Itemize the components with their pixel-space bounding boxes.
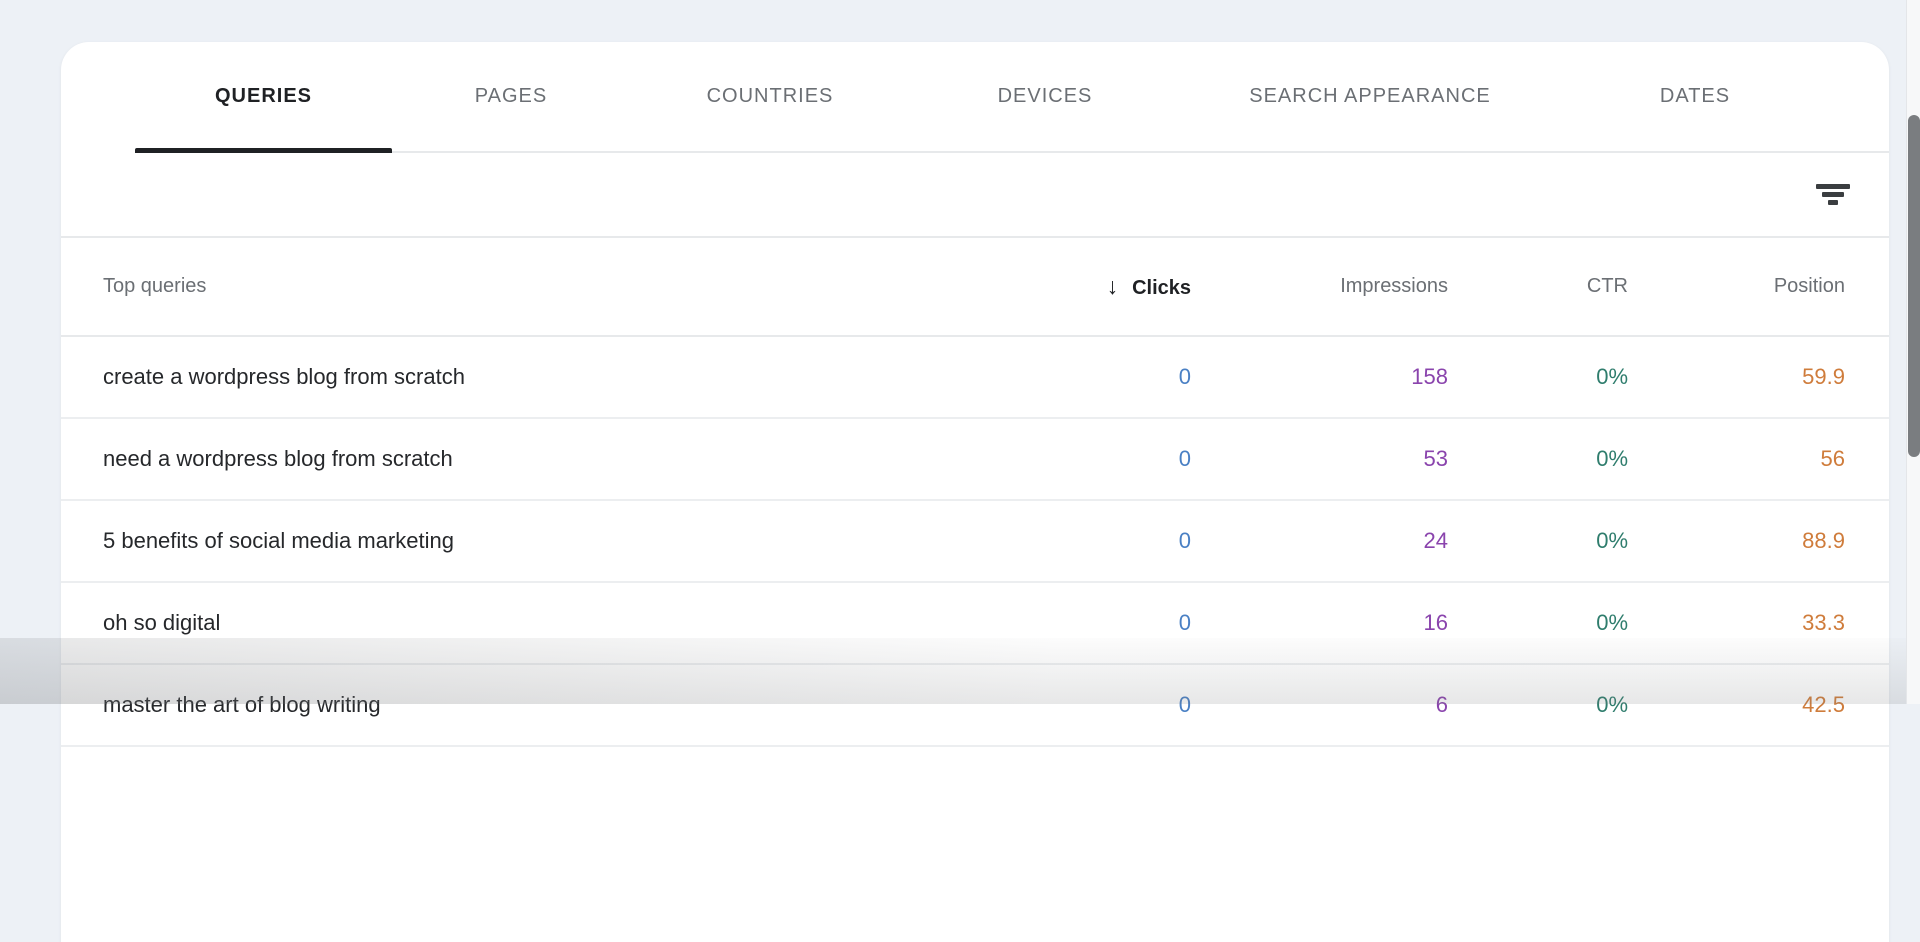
- position-cell: 88.9: [1628, 528, 1845, 554]
- table-header-row: Top queries ↓ Clicks Impressions CTR Posi…: [61, 238, 1889, 337]
- position-cell: 33.3: [1628, 610, 1845, 636]
- table-toolbar: [61, 153, 1889, 238]
- impressions-cell: 53: [1191, 446, 1448, 472]
- column-header-top-queries[interactable]: Top queries: [103, 275, 951, 298]
- query-cell: 5 benefits of social media marketing: [103, 528, 951, 554]
- table-row[interactable]: create a wordpress blog from scratch 0 1…: [61, 337, 1889, 419]
- query-cell: need a wordpress blog from scratch: [103, 446, 951, 472]
- tab-label: COUNTRIES: [707, 85, 834, 108]
- tab-queries[interactable]: QUERIES: [135, 42, 392, 151]
- clicks-cell: 0: [951, 528, 1191, 554]
- tab-pages[interactable]: PAGES: [392, 42, 630, 151]
- tab-dates[interactable]: DATES: [1560, 42, 1830, 151]
- scrollbar-track[interactable]: [1906, 0, 1920, 704]
- table-row[interactable]: need a wordpress blog from scratch 0 53 …: [61, 419, 1889, 501]
- tab-label: SEARCH APPEARANCE: [1249, 85, 1491, 108]
- column-header-position[interactable]: Position: [1628, 275, 1845, 298]
- impressions-cell: 6: [1191, 692, 1448, 718]
- query-cell: master the art of blog writing: [103, 692, 951, 718]
- impressions-cell: 158: [1191, 364, 1448, 390]
- query-cell: oh so digital: [103, 610, 951, 636]
- ctr-cell: 0%: [1448, 528, 1628, 554]
- column-header-impressions[interactable]: Impressions: [1191, 275, 1448, 298]
- clicks-cell: 0: [951, 692, 1191, 718]
- tab-label: DATES: [1660, 85, 1730, 108]
- clicks-cell: 0: [951, 610, 1191, 636]
- table-row[interactable]: 5 benefits of social media marketing 0 2…: [61, 501, 1889, 583]
- column-header-clicks[interactable]: ↓ Clicks: [951, 273, 1191, 300]
- column-header-ctr[interactable]: CTR: [1448, 275, 1628, 298]
- table-row[interactable]: oh so digital 0 16 0% 33.3: [61, 583, 1889, 665]
- tab-label: QUERIES: [215, 85, 312, 108]
- ctr-cell: 0%: [1448, 446, 1628, 472]
- clicks-cell: 0: [951, 364, 1191, 390]
- tab-countries[interactable]: COUNTRIES: [630, 42, 910, 151]
- ctr-cell: 0%: [1448, 610, 1628, 636]
- tab-devices[interactable]: DEVICES: [910, 42, 1180, 151]
- sort-descending-arrow-icon: ↓: [1107, 273, 1119, 300]
- filter-list-icon: [1816, 182, 1850, 208]
- impressions-cell: 16: [1191, 610, 1448, 636]
- table-row[interactable]: master the art of blog writing 0 6 0% 42…: [61, 665, 1889, 747]
- position-cell: 42.5: [1628, 692, 1845, 718]
- table-body: create a wordpress blog from scratch 0 1…: [61, 337, 1889, 747]
- dimension-tab-bar: QUERIES PAGES COUNTRIES DEVICES SEARCH A…: [135, 42, 1889, 153]
- impressions-cell: 24: [1191, 528, 1448, 554]
- tab-label: PAGES: [475, 85, 547, 108]
- position-cell: 59.9: [1628, 364, 1845, 390]
- clicks-cell: 0: [951, 446, 1191, 472]
- performance-report-card: QUERIES PAGES COUNTRIES DEVICES SEARCH A…: [61, 42, 1889, 942]
- tab-label: DEVICES: [998, 85, 1093, 108]
- ctr-cell: 0%: [1448, 692, 1628, 718]
- query-cell: create a wordpress blog from scratch: [103, 364, 951, 390]
- position-cell: 56: [1628, 446, 1845, 472]
- ctr-cell: 0%: [1448, 364, 1628, 390]
- tab-search-appearance[interactable]: SEARCH APPEARANCE: [1180, 42, 1560, 151]
- column-header-label: Clicks: [1132, 277, 1191, 299]
- scrollbar-thumb[interactable]: [1908, 115, 1920, 457]
- filter-button[interactable]: [1807, 169, 1859, 221]
